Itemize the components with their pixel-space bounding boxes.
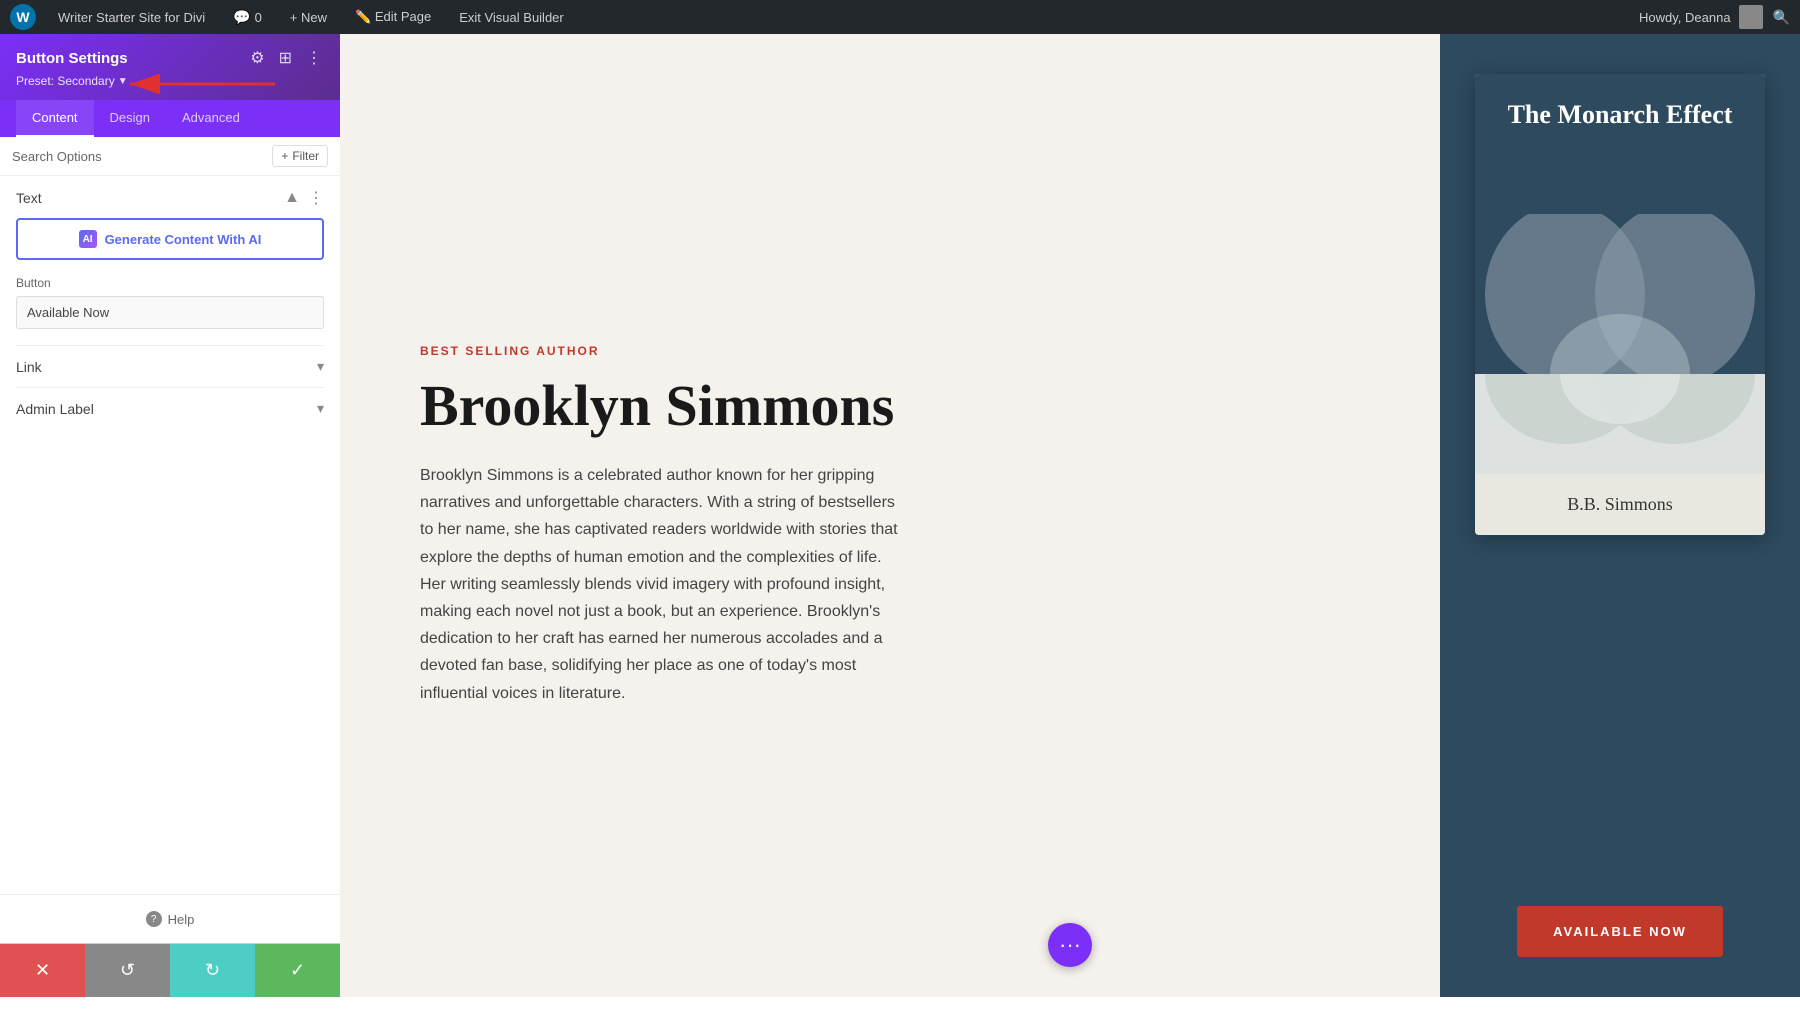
save-button[interactable]: ✓ bbox=[255, 944, 340, 997]
panel-more-icon[interactable]: ⋮ bbox=[304, 46, 324, 70]
text-section-collapse-icon[interactable]: ▲ bbox=[284, 189, 300, 207]
floating-dots-icon: ··· bbox=[1059, 932, 1081, 958]
exit-builder-link[interactable]: Exit Visual Builder bbox=[453, 6, 570, 29]
floating-menu-button[interactable]: ··· bbox=[1048, 923, 1092, 967]
undo-icon: ↺ bbox=[120, 960, 135, 981]
content-section: BEST SELLING AUTHOR Brooklyn Simmons Bro… bbox=[340, 34, 1440, 997]
panel-content: Text ▲ ⋮ AI Generate Content With AI But… bbox=[0, 176, 340, 894]
link-section-header[interactable]: Link ▾ bbox=[16, 358, 324, 375]
howdy-section: Howdy, Deanna bbox=[1639, 5, 1763, 29]
help-label[interactable]: Help bbox=[168, 912, 195, 927]
panel-settings-icon[interactable]: ⚙ bbox=[248, 46, 266, 70]
filter-icon: + bbox=[281, 149, 288, 163]
link-section: Link ▾ bbox=[16, 345, 324, 387]
dark-section: The Monarch Effect bbox=[1440, 34, 1800, 997]
redo-icon: ↻ bbox=[205, 960, 220, 981]
book-card: The Monarch Effect bbox=[1475, 74, 1765, 535]
search-icon[interactable]: 🔍 bbox=[1773, 9, 1790, 26]
ai-icon: AI bbox=[79, 230, 97, 248]
admin-bar: W Writer Starter Site for Divi 💬 0 + New… bbox=[0, 0, 1800, 34]
close-button[interactable]: ✕ bbox=[0, 944, 85, 997]
link-section-caret-icon: ▾ bbox=[317, 358, 324, 375]
best-selling-label: BEST SELLING AUTHOR bbox=[420, 344, 1380, 358]
admin-label-section: Admin Label ▾ bbox=[16, 387, 324, 429]
page-canvas: BEST SELLING AUTHOR Brooklyn Simmons Bro… bbox=[340, 34, 1800, 997]
book-cover: The Monarch Effect bbox=[1475, 74, 1765, 374]
button-field-label: Button bbox=[16, 276, 324, 290]
search-bar: + Filter bbox=[0, 137, 340, 176]
button-text-input[interactable] bbox=[16, 296, 324, 329]
help-icon: ? bbox=[146, 911, 162, 927]
book-lower-shapes bbox=[1475, 374, 1765, 474]
undo-button[interactable]: ↺ bbox=[85, 944, 170, 997]
available-now-button[interactable]: AVAILABLE NOW bbox=[1517, 906, 1723, 957]
link-section-title: Link bbox=[16, 359, 42, 375]
preset-caret-icon: ▼ bbox=[118, 76, 128, 87]
comments-link[interactable]: 💬 0 bbox=[227, 5, 268, 30]
edit-page-link[interactable]: ✏️ Edit Page bbox=[349, 5, 437, 29]
settings-panel: Button Settings ⚙ ⊞ ⋮ Preset: Secondary … bbox=[0, 34, 340, 997]
site-name-link[interactable]: Writer Starter Site for Divi bbox=[52, 6, 211, 29]
search-input[interactable] bbox=[12, 149, 264, 164]
close-icon: ✕ bbox=[35, 960, 50, 981]
save-icon: ✓ bbox=[290, 960, 305, 981]
author-bio: Brooklyn Simmons is a celebrated author … bbox=[420, 462, 900, 707]
book-cover-shapes bbox=[1475, 214, 1765, 374]
wp-logo[interactable]: W bbox=[10, 4, 36, 30]
panel-layout-icon[interactable]: ⊞ bbox=[277, 46, 294, 70]
button-field-group: Button bbox=[16, 276, 324, 345]
redo-button[interactable]: ↻ bbox=[170, 944, 255, 997]
admin-label-section-title: Admin Label bbox=[16, 401, 94, 417]
book-author-name: B.B. Simmons bbox=[1567, 494, 1673, 514]
help-section: ? Help bbox=[0, 894, 340, 943]
admin-label-caret-icon: ▾ bbox=[317, 400, 324, 417]
admin-label-section-header[interactable]: Admin Label ▾ bbox=[16, 400, 324, 417]
comment-icon: 💬 bbox=[233, 9, 250, 26]
new-link[interactable]: + New bbox=[284, 6, 333, 29]
text-section-title: Text bbox=[16, 190, 42, 206]
tab-content[interactable]: Content bbox=[16, 100, 94, 137]
preset-selector[interactable]: Preset: Secondary ▼ bbox=[16, 74, 128, 88]
panel-header: Button Settings ⚙ ⊞ ⋮ Preset: Secondary … bbox=[0, 34, 340, 100]
bottom-toolbar: ✕ ↺ ↻ ✓ bbox=[0, 943, 340, 997]
tab-advanced[interactable]: Advanced bbox=[166, 100, 256, 137]
text-section-header: Text ▲ ⋮ bbox=[16, 188, 324, 208]
text-section-more-icon[interactable]: ⋮ bbox=[308, 188, 324, 208]
book-author-section: B.B. Simmons bbox=[1475, 474, 1765, 535]
filter-button[interactable]: + Filter bbox=[272, 145, 328, 167]
author-name: Brooklyn Simmons bbox=[420, 374, 1380, 438]
tab-design[interactable]: Design bbox=[94, 100, 166, 137]
generate-content-ai-button[interactable]: AI Generate Content With AI bbox=[16, 218, 324, 260]
book-title: The Monarch Effect bbox=[1508, 98, 1733, 132]
avatar bbox=[1739, 5, 1763, 29]
panel-tabs: Content Design Advanced bbox=[0, 100, 340, 137]
panel-title: Button Settings bbox=[16, 50, 128, 67]
